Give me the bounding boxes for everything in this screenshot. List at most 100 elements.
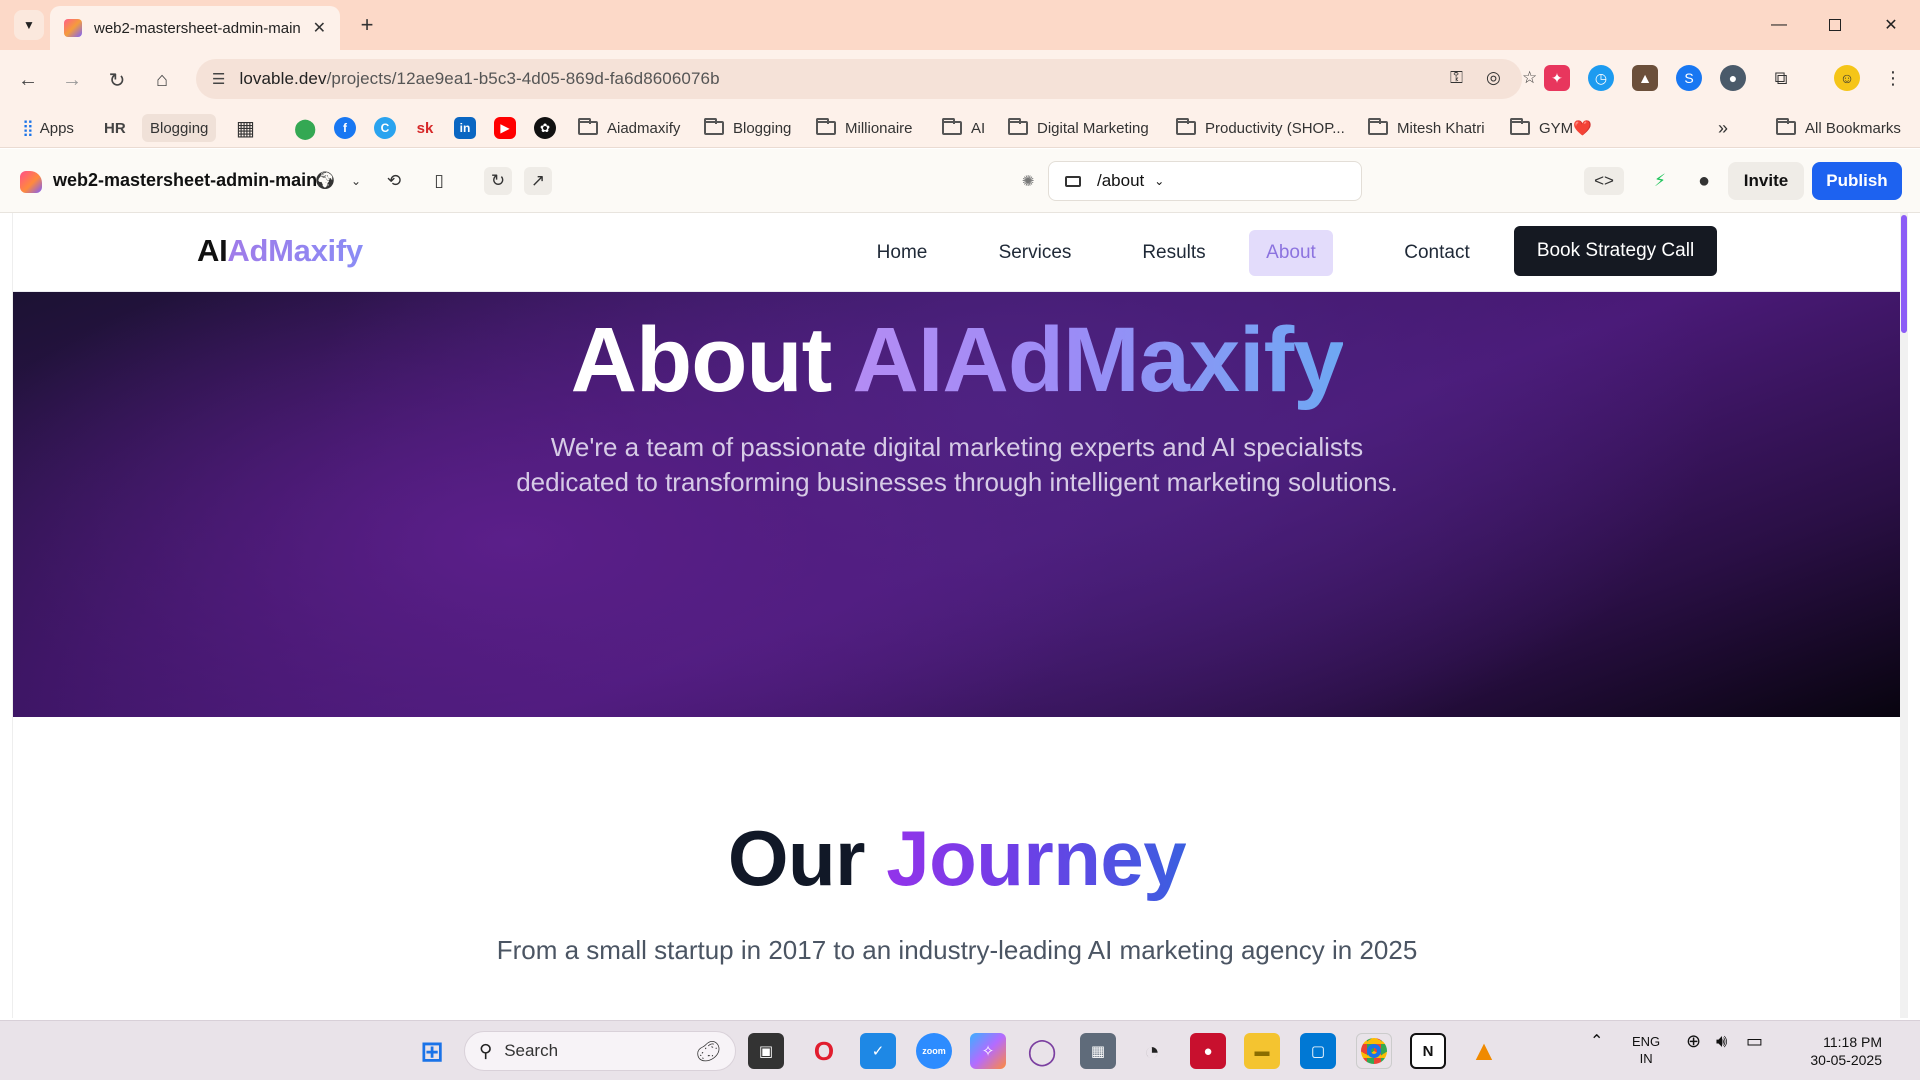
extensions-puzzle-icon[interactable]: ⧉ <box>1768 65 1794 91</box>
network-icon[interactable]: ⊕ <box>1686 1032 1701 1050</box>
site-info-icon[interactable]: ☰ <box>212 70 225 88</box>
lovable-logo-icon[interactable] <box>20 171 42 193</box>
bookmark-folder-4[interactable]: Digital Marketing <box>1008 114 1149 142</box>
nav-home[interactable]: Home <box>851 230 953 276</box>
back-button[interactable]: ← <box>12 64 44 96</box>
task-view-icon[interactable]: ▣ <box>748 1033 784 1069</box>
browser-tab[interactable]: web2-mastersheet-admin-main ✕ <box>50 6 340 50</box>
battery-icon[interactable]: ▭ <box>1746 1032 1763 1050</box>
volume-icon[interactable]: 🔊︎ <box>1716 1032 1727 1050</box>
extension-red-icon[interactable]: ✦ <box>1544 65 1570 91</box>
notion-icon[interactable]: N <box>1410 1033 1446 1069</box>
extension-mouse-icon[interactable]: ● <box>1720 65 1746 91</box>
nav-contact[interactable]: Contact <box>1385 230 1489 276</box>
globe-icon[interactable]: 🌍︎ <box>311 167 339 195</box>
calculator-icon[interactable]: ▦ <box>1080 1033 1116 1069</box>
facebook-icon: f <box>334 117 356 139</box>
clock-app-icon[interactable]: ◔ <box>1134 1033 1170 1069</box>
route-selector[interactable]: /about ⌄ <box>1048 161 1362 201</box>
bookmark-folder-0[interactable]: Aiadmaxify <box>578 114 680 142</box>
extension-shazam-icon[interactable]: S <box>1676 65 1702 91</box>
key-icon[interactable]: ⚿ <box>1450 68 1463 88</box>
minimize-icon: — <box>1771 16 1787 33</box>
bookmark-grid[interactable]: ▦ <box>236 114 255 142</box>
bookmark-blogging-chip[interactable]: Blogging <box>142 114 217 142</box>
history-icon[interactable]: ⟲ <box>380 167 408 195</box>
profile-avatar[interactable]: ☺ <box>1834 65 1860 91</box>
bookmark-folder-6[interactable]: Mitesh Khatri <box>1368 114 1485 142</box>
bookmark-folder-3[interactable]: AI <box>942 114 985 142</box>
bookmark-hr[interactable]: HR <box>104 114 126 142</box>
code-view-icon[interactable]: <> <box>1584 167 1624 195</box>
bookmark-facebook[interactable]: f <box>334 114 356 142</box>
book-strategy-call-button[interactable]: Book Strategy Call <box>1514 226 1717 276</box>
bookmark-label: HR <box>104 119 126 137</box>
bookmark-label: Blogging <box>733 119 792 137</box>
more-bookmarks-button[interactable]: » <box>1718 114 1728 142</box>
language-indicator[interactable]: ENG IN <box>1632 1033 1660 1067</box>
close-window-button[interactable]: ✕ <box>1862 0 1920 50</box>
journey-title: Our Journey <box>13 813 1900 904</box>
tray-overflow-icon[interactable]: ⌃ <box>1590 1033 1603 1050</box>
store-window-icon[interactable]: ▢ <box>1300 1033 1336 1069</box>
new-tab-button[interactable]: + <box>352 10 382 40</box>
eye-off-icon[interactable]: ◎ <box>1486 68 1501 88</box>
system-clock[interactable]: 11:18 PM 30-05-2025 <box>1784 1033 1882 1069</box>
star-icon[interactable]: ☆ <box>1522 68 1537 88</box>
open-external-icon[interactable]: ↗ <box>524 167 552 195</box>
journey-subtitle: From a small startup in 2017 to an indus… <box>496 935 1418 965</box>
nav-services[interactable]: Services <box>979 230 1091 276</box>
close-tab-icon[interactable]: ✕ <box>313 18 326 38</box>
site-header: AIAdMaxify Home Services Results About C… <box>13 213 1900 292</box>
extension-brown-icon[interactable]: ▲ <box>1632 65 1658 91</box>
windows-start-icon[interactable]: ⊞ <box>414 1033 450 1069</box>
sidebar-toggle-icon[interactable]: ▯ <box>425 167 453 195</box>
bookmark-maps[interactable]: ⬤ <box>294 114 316 142</box>
reload-button[interactable]: ↻ <box>101 64 133 96</box>
bookmark-linkedin[interactable]: in <box>454 114 476 142</box>
project-menu-chevron-icon[interactable]: ⌄ <box>342 167 370 195</box>
refresh-preview-icon[interactable]: ↻ <box>484 167 512 195</box>
supabase-bolt-icon[interactable]: ⚡︎ <box>1646 167 1674 195</box>
vlc-icon[interactable]: ▲ <box>1466 1033 1502 1069</box>
scrollbar-thumb[interactable] <box>1901 215 1907 333</box>
extension-clock-icon[interactable]: ◷ <box>1588 65 1614 91</box>
minimize-button[interactable]: — <box>1750 0 1808 50</box>
invite-button[interactable]: Invite <box>1728 162 1804 200</box>
folder-icon <box>1176 118 1196 135</box>
bookmark-apps[interactable]: ⣿ Apps <box>22 114 74 142</box>
taskbar-search[interactable]: ⚲ Search 🥔︎ <box>464 1031 736 1071</box>
tab-search-button[interactable]: ▼ <box>14 10 44 40</box>
zoom-icon[interactable]: zoom <box>916 1033 952 1069</box>
address-bar[interactable]: ☰ lovable.dev/projects/12ae9ea1-b5c3-4d0… <box>196 59 1537 99</box>
chrome-icon[interactable] <box>1356 1033 1392 1069</box>
bookmark-folder-1[interactable]: Blogging <box>704 114 791 142</box>
nav-about[interactable]: About <box>1249 230 1333 276</box>
circle-app-icon[interactable]: ◯ <box>1024 1033 1060 1069</box>
all-bookmarks-folder[interactable]: All Bookmarks <box>1776 114 1901 142</box>
forward-button[interactable]: → <box>56 64 88 96</box>
bookmark-openai[interactable]: ✿ <box>534 114 556 142</box>
screen-recorder-icon[interactable]: ● <box>1190 1033 1226 1069</box>
bookmark-youtube[interactable]: ▶ <box>494 114 516 142</box>
preview-scrollbar[interactable] <box>1900 213 1908 1018</box>
bookmark-folder-2[interactable]: Millionaire <box>816 114 913 142</box>
folder-icon <box>704 118 724 135</box>
opera-icon[interactable]: O <box>806 1033 842 1069</box>
bookmark-folder-7[interactable]: GYM❤️ <box>1510 114 1592 142</box>
menu-kebab-icon[interactable]: ⋮ <box>1880 65 1906 91</box>
bookmark-sk[interactable]: sk <box>414 114 436 142</box>
bookmark-folder-5[interactable]: Productivity (SHOP... <box>1176 114 1345 142</box>
todo-icon[interactable]: ✓ <box>860 1033 896 1069</box>
copilot-icon[interactable]: ✧ <box>970 1033 1006 1069</box>
site-brand-logo[interactable]: AIAdMaxify <box>197 233 363 269</box>
bookmark-blue-c[interactable]: C <box>374 114 396 142</box>
publish-button[interactable]: Publish <box>1812 162 1902 200</box>
nav-results[interactable]: Results <box>1123 230 1225 276</box>
file-explorer-icon[interactable]: ▬ <box>1244 1033 1280 1069</box>
github-icon[interactable]: ● <box>1690 167 1718 195</box>
restore-button[interactable] <box>1806 0 1864 50</box>
home-button[interactable]: ⌂ <box>146 64 178 96</box>
apps-grid-icon: ⣿ <box>22 120 34 137</box>
project-name[interactable]: web2-mastersheet-admin-main <box>53 170 317 191</box>
